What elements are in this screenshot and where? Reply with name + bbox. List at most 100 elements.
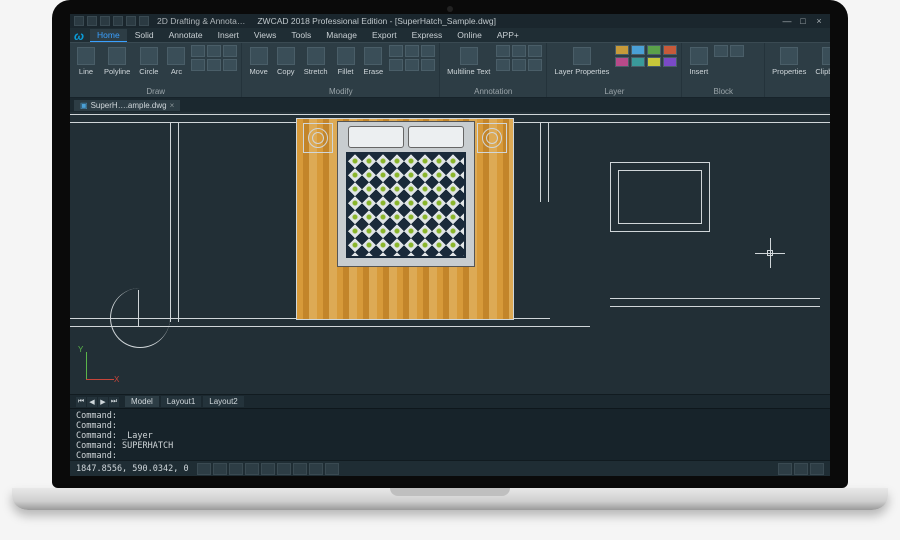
- menu-tab-app+[interactable]: APP+: [490, 29, 526, 42]
- clipboard-button[interactable]: Clipboard: [812, 45, 830, 78]
- menu-tab-manage[interactable]: Manage: [319, 29, 364, 42]
- osnap-toggle[interactable]: [261, 463, 275, 475]
- polar-toggle[interactable]: [245, 463, 259, 475]
- ribbon-small-button[interactable]: [389, 45, 403, 57]
- ribbon-small-button[interactable]: [207, 59, 221, 71]
- ribbon-small-button[interactable]: [528, 59, 542, 71]
- ribbon-small-button[interactable]: [512, 45, 526, 57]
- layer-swatch[interactable]: [631, 57, 645, 67]
- insert-button[interactable]: Insert: [686, 45, 711, 78]
- minimize-button[interactable]: —: [780, 16, 794, 26]
- dyn-toggle[interactable]: [325, 463, 339, 475]
- move-button[interactable]: Move: [246, 45, 270, 78]
- nightstand-left: [303, 123, 333, 153]
- arc-button[interactable]: Arc: [164, 45, 188, 78]
- layout-tab-layout1[interactable]: Layout1: [161, 396, 201, 407]
- circle-button[interactable]: Circle: [136, 45, 161, 78]
- qat-redo-icon[interactable]: [126, 16, 136, 26]
- layer-swatch[interactable]: [631, 45, 645, 55]
- menu-tab-views[interactable]: Views: [247, 29, 284, 42]
- layout-last-icon[interactable]: ⏭: [109, 397, 119, 407]
- insert-icon: [690, 47, 708, 65]
- qat-undo-icon[interactable]: [113, 16, 123, 26]
- maximize-button[interactable]: □: [796, 16, 810, 26]
- layer-swatch[interactable]: [663, 57, 677, 67]
- menu-tab-home[interactable]: Home: [90, 29, 127, 42]
- qat-new-icon[interactable]: [74, 16, 84, 26]
- annotation-scale[interactable]: [778, 463, 792, 475]
- ribbon-small-button[interactable]: [405, 45, 419, 57]
- stretch-button[interactable]: Stretch: [301, 45, 331, 78]
- ribbon-small-button[interactable]: [528, 45, 542, 57]
- menu-tab-online[interactable]: Online: [450, 29, 489, 42]
- lwt-toggle[interactable]: [293, 463, 307, 475]
- copy-label: Copy: [277, 67, 295, 76]
- qat-plot-icon[interactable]: [139, 16, 149, 26]
- ribbon-small-button[interactable]: [714, 45, 728, 57]
- ribbon-small-button[interactable]: [223, 45, 237, 57]
- ribbon-small-button[interactable]: [421, 45, 435, 57]
- layout-prev-icon[interactable]: ◀: [87, 397, 97, 407]
- grid-toggle[interactable]: [213, 463, 227, 475]
- menu-tab-tools[interactable]: Tools: [284, 29, 318, 42]
- layout-next-icon[interactable]: ▶: [98, 397, 108, 407]
- layer-swatch[interactable]: [647, 57, 661, 67]
- bed: [337, 121, 475, 267]
- command-history-line: Command:: [76, 421, 824, 431]
- line-button[interactable]: Line: [74, 45, 98, 78]
- erase-button[interactable]: Erase: [361, 45, 387, 78]
- qat-save-icon[interactable]: [100, 16, 110, 26]
- snap-toggle[interactable]: [197, 463, 211, 475]
- layer-properties-button[interactable]: Layer Properties: [551, 45, 612, 78]
- window-title: ZWCAD 2018 Professional Edition - [Super…: [257, 16, 496, 26]
- fillet-button[interactable]: Fillet: [334, 45, 358, 78]
- ribbon-small-button[interactable]: [191, 59, 205, 71]
- menu-tab-annotate[interactable]: Annotate: [162, 29, 210, 42]
- ribbon-small-button[interactable]: [191, 45, 205, 57]
- ribbon-small-button[interactable]: [730, 45, 744, 57]
- menu-tab-solid[interactable]: Solid: [128, 29, 161, 42]
- workspace-dropdown[interactable]: 2D Drafting & Annota…: [157, 16, 245, 26]
- otrack-toggle[interactable]: [277, 463, 291, 475]
- ribbon-small-button[interactable]: [496, 59, 510, 71]
- layer-swatch[interactable]: [663, 45, 677, 55]
- webcam: [447, 6, 453, 12]
- menu-tab-export[interactable]: Export: [365, 29, 404, 42]
- polyline-button[interactable]: Polyline: [101, 45, 133, 78]
- laptop-frame: 2D Drafting & Annota… ZWCAD 2018 Profess…: [52, 0, 848, 510]
- menu-tab-express[interactable]: Express: [405, 29, 450, 42]
- laptop-notch: [390, 488, 510, 496]
- ribbon-small-button[interactable]: [207, 45, 221, 57]
- ribbon-small-button[interactable]: [223, 59, 237, 71]
- workspace-switch[interactable]: [794, 463, 808, 475]
- close-tab-icon[interactable]: ×: [170, 101, 175, 110]
- ribbon-small-button[interactable]: [512, 59, 526, 71]
- copy-button[interactable]: Copy: [274, 45, 298, 78]
- clipboard-label: Clipboard: [815, 67, 830, 76]
- ribbon-small-button[interactable]: [405, 59, 419, 71]
- qat-open-icon[interactable]: [87, 16, 97, 26]
- move-label: Move: [249, 67, 267, 76]
- properties-button[interactable]: Properties: [769, 45, 809, 78]
- model-toggle[interactable]: [309, 463, 323, 475]
- layout-first-icon[interactable]: ⏮: [76, 397, 86, 407]
- ribbon-small-button[interactable]: [421, 59, 435, 71]
- drafting-toggles: [197, 463, 339, 475]
- layer-swatch[interactable]: [647, 45, 661, 55]
- ribbon-group-label: Block: [686, 87, 760, 97]
- multiline-text-button[interactable]: Multiline Text: [444, 45, 493, 78]
- ortho-toggle[interactable]: [229, 463, 243, 475]
- document-tab[interactable]: ▣ SuperH….ample.dwg ×: [74, 100, 180, 111]
- command-window[interactable]: Command:Command:Command: _LayerCommand: …: [70, 408, 830, 460]
- menu-tab-insert[interactable]: Insert: [211, 29, 246, 42]
- layer-swatch[interactable]: [615, 45, 629, 55]
- ribbon-group-block: Insert Block: [682, 43, 765, 97]
- drawing-canvas[interactable]: Y X: [70, 112, 830, 394]
- layer-swatch[interactable]: [615, 57, 629, 67]
- ribbon-small-button[interactable]: [389, 59, 403, 71]
- ribbon-small-button[interactable]: [496, 45, 510, 57]
- layout-tab-layout2[interactable]: Layout2: [203, 396, 243, 407]
- close-button[interactable]: ×: [812, 16, 826, 26]
- layout-tab-model[interactable]: Model: [125, 396, 159, 407]
- clean-screen-icon[interactable]: [810, 463, 824, 475]
